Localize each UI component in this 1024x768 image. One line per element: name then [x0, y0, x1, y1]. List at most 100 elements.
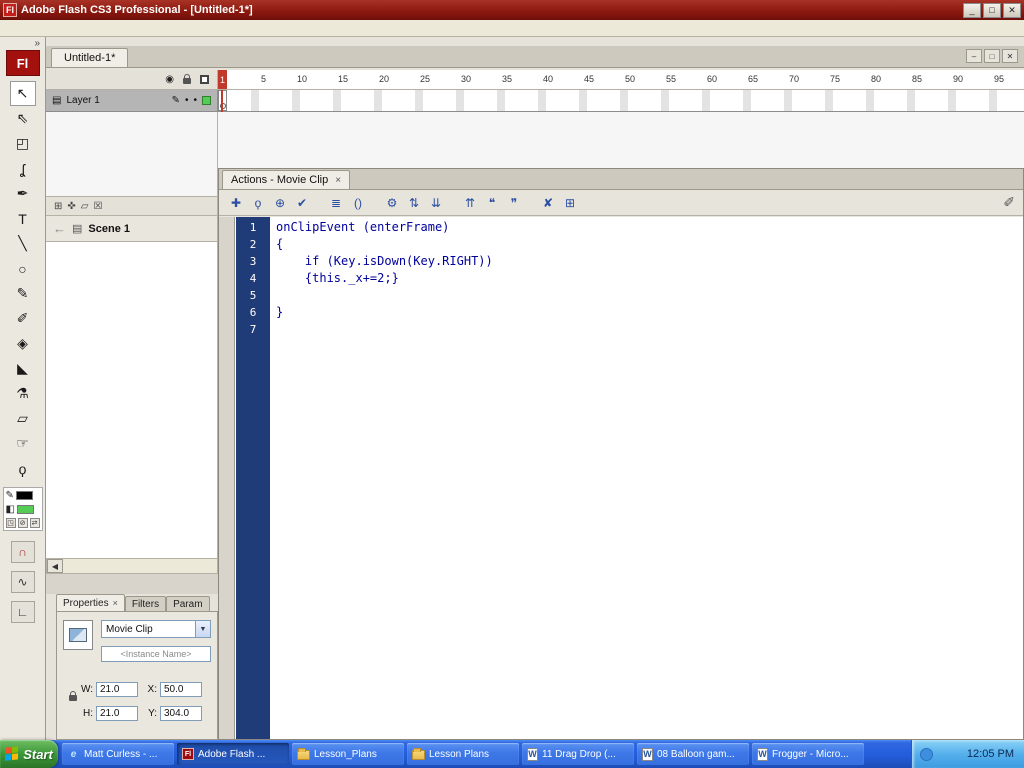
lasso-tool[interactable]: ʆ [10, 156, 36, 181]
apply-block-comment-icon[interactable]: ❝ [481, 193, 503, 213]
menu-edit[interactable] [18, 27, 32, 29]
maximize-button[interactable]: □ [983, 3, 1001, 18]
toolbox-collapsed-strip[interactable] [219, 217, 235, 739]
insert-layer-folder-icon[interactable]: ▱ [81, 201, 89, 212]
code-line[interactable]: 6 } [236, 304, 1023, 321]
stroke-color-swatch[interactable] [16, 491, 33, 500]
collapse-between-braces-icon[interactable]: ⇅ [403, 193, 425, 213]
show-code-hint-icon[interactable]: () [347, 193, 369, 213]
scroll-left-icon[interactable]: ◀ [47, 559, 63, 573]
doc-close-button[interactable]: ✕ [1002, 49, 1018, 63]
start-button[interactable]: Start [0, 740, 58, 768]
symbol-thumbnail[interactable] [63, 620, 93, 650]
task-balloon-game-doc[interactable]: W 08 Balloon gam... [637, 743, 749, 765]
task-matt-curless[interactable]: e Matt Curless - ... [62, 743, 174, 765]
smooth-icon[interactable]: ∿ [11, 571, 35, 593]
dropdown-arrow-icon[interactable]: ▼ [195, 621, 210, 637]
hide-inactive-icons-icon[interactable] [920, 748, 933, 761]
collapse-selection-icon[interactable]: ⇊ [425, 193, 447, 213]
lock-dimensions-icon[interactable] [69, 695, 77, 701]
tab-filters[interactable]: Filters [125, 596, 166, 611]
eyedropper-tool[interactable]: ⚗ [10, 381, 36, 406]
menu-text[interactable] [74, 27, 88, 29]
menu-insert[interactable] [46, 27, 60, 29]
close-button[interactable]: ✕ [1003, 3, 1021, 18]
layer-row[interactable]: ▤ Layer 1 ✎ • • [46, 90, 218, 112]
tab-close-icon[interactable]: × [113, 598, 118, 608]
doc-restore-button[interactable]: □ [984, 49, 1000, 63]
check-syntax-icon[interactable]: ✔ [291, 193, 313, 213]
layer-lock-dot[interactable]: • [193, 95, 197, 106]
code-line[interactable]: 3 if (Key.isDown(Key.RIGHT)) [236, 253, 1023, 270]
task-adobe-flash[interactable]: Fl Adobe Flash ... [177, 743, 289, 765]
actions-tab[interactable]: Actions - Movie Clip × [222, 170, 350, 189]
task-lesson-plans-underscore[interactable]: Lesson_Plans [292, 743, 404, 765]
show-hide-toolbox-icon[interactable]: ⊞ [559, 193, 581, 213]
pen-tool[interactable]: ✒ [10, 181, 36, 206]
default-colors-icon[interactable]: ◳ [6, 518, 16, 528]
zoom-tool[interactable]: ϙ [10, 456, 36, 481]
debug-options-icon[interactable]: ⚙ [381, 193, 403, 213]
back-arrow-icon[interactable]: ← [53, 221, 66, 236]
actions-tab-close-icon[interactable]: × [335, 175, 341, 186]
find-icon[interactable]: ϙ [247, 193, 269, 213]
expand-all-icon[interactable]: ⇈ [459, 193, 481, 213]
insert-target-path-icon[interactable]: ⊕ [269, 193, 291, 213]
paint-bucket-tool[interactable]: ◣ [10, 356, 36, 381]
auto-format-icon[interactable]: ≣ [325, 193, 347, 213]
menu-view[interactable] [32, 27, 46, 29]
layer-outline-color[interactable] [202, 96, 211, 105]
swap-colors-icon[interactable]: ⇄ [30, 518, 40, 528]
horizontal-scrollbar[interactable]: ◀ [46, 558, 218, 574]
no-color-icon[interactable]: ⊘ [18, 518, 28, 528]
code-line[interactable]: 2 { [236, 236, 1023, 253]
delete-layer-icon[interactable]: ☒ [93, 201, 102, 212]
layer-visibility-dot[interactable]: • [185, 95, 189, 106]
add-motion-guide-icon[interactable]: ✜ [67, 201, 75, 212]
height-field[interactable] [96, 706, 138, 721]
selection-tool[interactable]: ↖ [10, 81, 36, 106]
task-frogger-doc[interactable]: W Frogger - Micro... [752, 743, 864, 765]
menu-help[interactable] [144, 27, 158, 29]
stage[interactable] [46, 242, 218, 558]
remove-comment-icon[interactable]: ✘ [537, 193, 559, 213]
code-line[interactable]: 7 [236, 321, 1023, 338]
code-line[interactable]: 5 [236, 287, 1023, 304]
apply-line-comment-icon[interactable]: ❞ [503, 193, 525, 213]
snap-magnet-icon[interactable]: ∩ [11, 541, 35, 563]
task-lesson-plans[interactable]: Lesson Plans [407, 743, 519, 765]
subselection-tool[interactable]: ⇖ [10, 106, 36, 131]
text-tool[interactable]: T [10, 206, 36, 231]
task-drag-drop-doc[interactable]: W 11 Drag Drop (... [522, 743, 634, 765]
width-field[interactable] [96, 682, 138, 697]
layer-name[interactable]: Layer 1 [66, 95, 166, 106]
pencil-tool[interactable]: ✎ [10, 281, 36, 306]
add-script-icon[interactable]: ✚ [225, 193, 247, 213]
code-line[interactable]: 4 {this._x+=2;} [236, 270, 1023, 287]
ink-bottle-tool[interactable]: ◈ [10, 331, 36, 356]
scene-label[interactable]: Scene 1 [88, 223, 130, 235]
insert-layer-icon[interactable]: ⊞ [54, 201, 62, 212]
collapse-panel-icon[interactable]: » [34, 37, 45, 49]
fill-color-swatch[interactable] [17, 505, 34, 514]
menu-debug[interactable] [116, 27, 130, 29]
timeline-ruler[interactable]: 5101520253035404550556065707580859095 1 [218, 70, 1024, 90]
free-transform-tool[interactable]: ◰ [10, 131, 36, 156]
tab-parameters[interactable]: Param [166, 596, 209, 611]
show-hide-all-layers-icon[interactable]: ◉ [165, 74, 174, 85]
doc-minimize-button[interactable]: – [966, 49, 982, 63]
instance-name-input[interactable] [101, 646, 211, 662]
straighten-icon[interactable]: ∟ [11, 601, 35, 623]
x-field[interactable] [160, 682, 202, 697]
minimize-button[interactable]: _ [963, 3, 981, 18]
code-area[interactable]: 1 onClipEvent (enterFrame) 2 { 3 if (Key… [236, 219, 1023, 739]
menu-control[interactable] [102, 27, 116, 29]
symbol-type-select[interactable]: Movie Clip ▼ [101, 620, 211, 638]
layer-frames-row[interactable] [218, 90, 1024, 112]
script-assist-icon[interactable]: ✐ [1003, 194, 1015, 211]
menu-file[interactable] [4, 27, 18, 29]
y-field[interactable] [160, 706, 202, 721]
line-tool[interactable]: ╲ [10, 231, 36, 256]
eraser-tool[interactable]: ▱ [10, 406, 36, 431]
document-tab[interactable]: Untitled-1* [51, 48, 128, 67]
